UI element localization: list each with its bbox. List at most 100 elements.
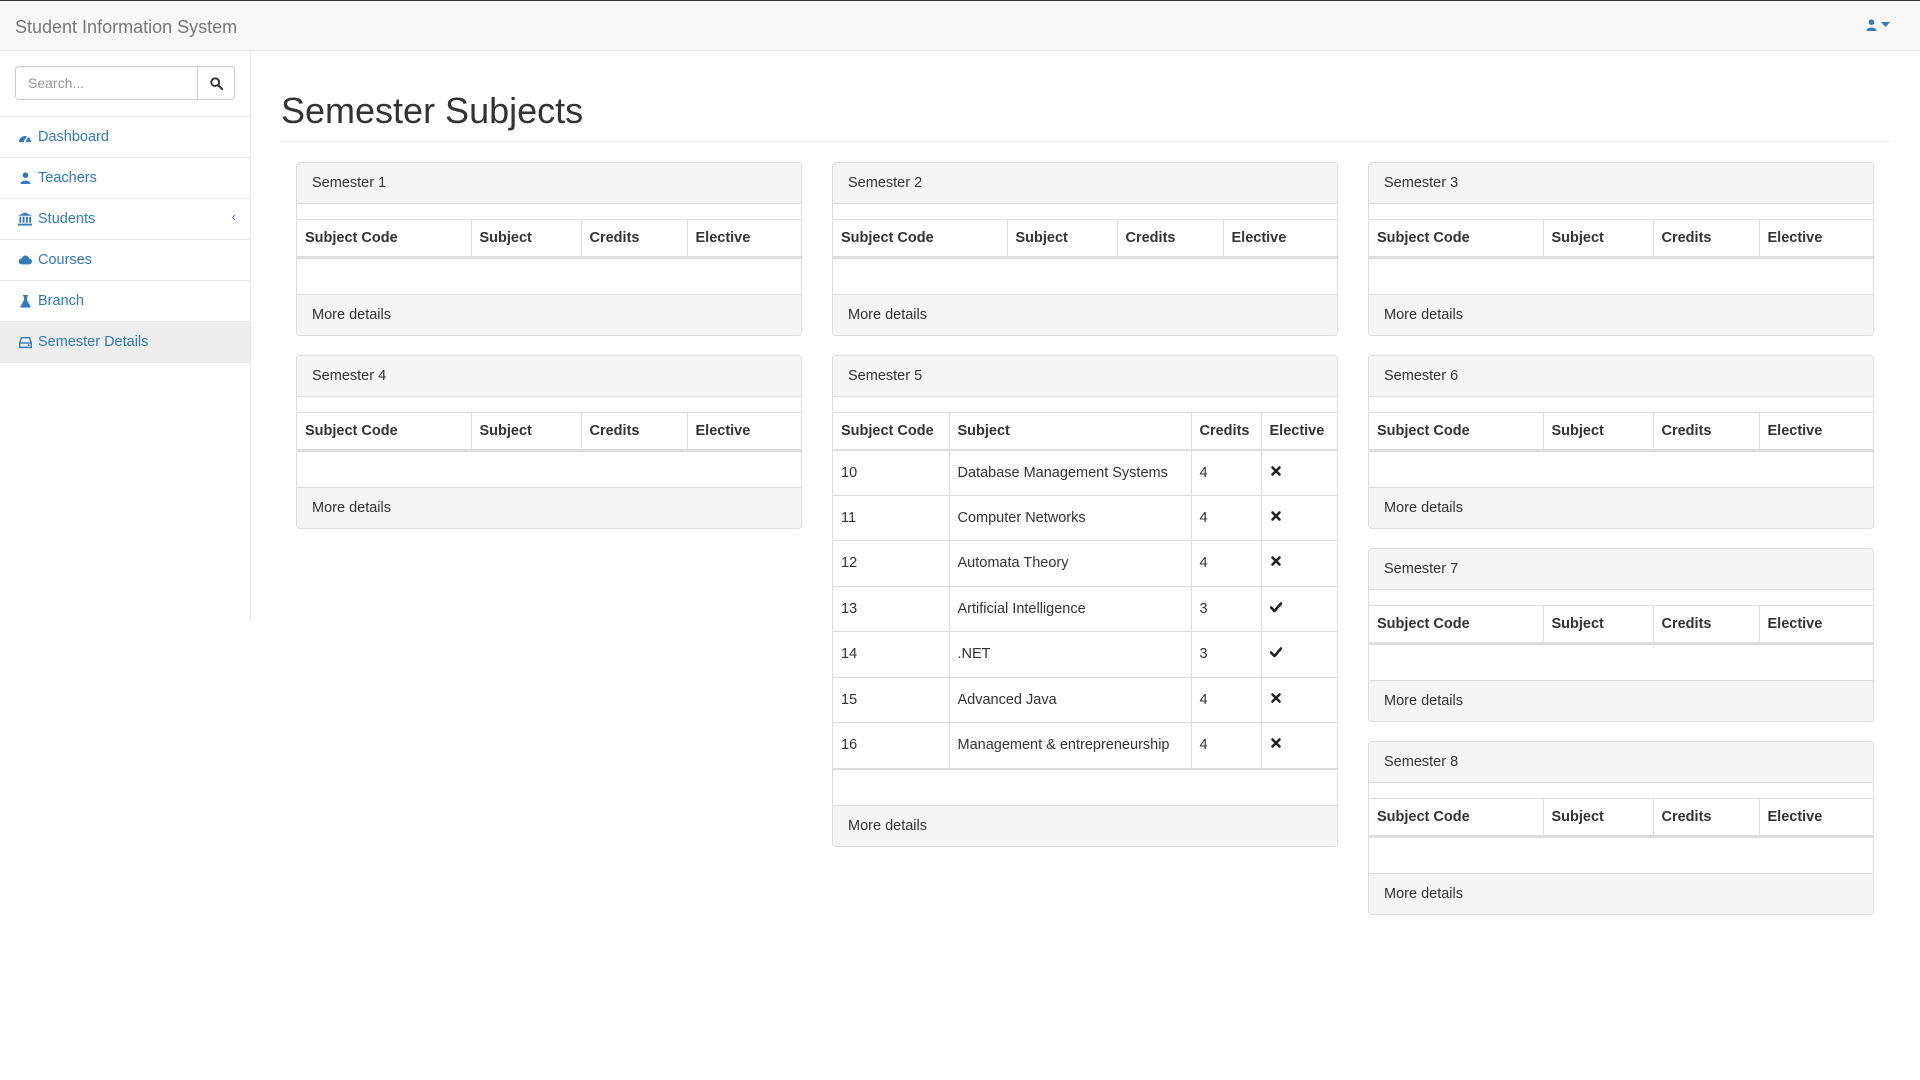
column-header[interactable]: Elective <box>1260 412 1337 451</box>
panel-body-spacer <box>1369 450 1873 487</box>
subjects-table: Subject Code Subject Credits Elective <box>1369 219 1873 258</box>
cell-subject: Database Management Systems <box>948 449 1192 496</box>
more-details-link[interactable]: More details <box>1369 486 1873 528</box>
table-row: 11 Computer Networks 4 <box>833 494 1337 541</box>
panel-heading: Semester 4 <box>297 356 801 397</box>
semester-panel-3: Semester 3 Subject Code Subject Credits Elec… <box>1368 162 1874 336</box>
sidebar-item-semester-details[interactable]: Semester Details <box>0 322 250 363</box>
table-row: 13 Artificial Intelligence 3 <box>833 585 1337 632</box>
page-title: Semester Subjects <box>281 90 584 131</box>
cell-elective <box>1260 585 1337 632</box>
cell-credits: 4 <box>1190 722 1262 769</box>
panel-body-gap <box>833 397 1337 412</box>
column-header[interactable]: Subject Code <box>833 219 1008 258</box>
column-header[interactable]: Elective <box>1758 219 1873 258</box>
column-header[interactable]: Subject <box>470 219 582 258</box>
column-header[interactable]: Subject <box>948 412 1192 451</box>
column-header[interactable]: Subject Code <box>833 412 950 451</box>
more-details-link[interactable]: More details <box>833 293 1337 335</box>
semester-panel-4: Semester 4 Subject Code Subject Credits Elec… <box>296 355 802 529</box>
subjects-table: Subject Code Subject Credits Elective 10 Data… <box>833 412 1337 769</box>
column-header[interactable]: Credits <box>580 219 688 258</box>
panel-body-spacer <box>297 257 801 294</box>
column-header[interactable]: Elective <box>686 412 801 451</box>
panel-body-spacer <box>1369 257 1873 294</box>
column-header[interactable]: Subject Code <box>1369 219 1544 258</box>
more-details-link[interactable]: More details <box>1369 872 1873 914</box>
cell-code: 16 <box>833 722 950 769</box>
sidebar-item-students[interactable]: Students ‹ <box>0 199 250 240</box>
cell-code: 11 <box>833 494 950 541</box>
cell-subject: Advanced Java <box>948 676 1192 723</box>
subjects-table: Subject Code Subject Credits Elective <box>1369 798 1873 837</box>
more-details-link[interactable]: More details <box>1369 679 1873 721</box>
column-header[interactable]: Credits <box>1652 219 1760 258</box>
column-header[interactable]: Credits <box>580 412 688 451</box>
table-header-row: Subject Code Subject Credits Elective <box>1369 219 1873 258</box>
column-header[interactable]: Subject Code <box>1369 798 1544 837</box>
column-header[interactable]: Elective <box>1758 412 1873 451</box>
cell-credits: 4 <box>1190 494 1262 541</box>
panel-heading: Semester 6 <box>1369 356 1873 397</box>
sidebar-item-teachers[interactable]: Teachers <box>0 158 250 199</box>
user-menu[interactable] <box>1866 19 1890 31</box>
column-header[interactable]: Subject <box>1542 798 1654 837</box>
sidebar-item-branch[interactable]: Branch <box>0 281 250 322</box>
table-row: 16 Management & entrepreneurship 4 <box>833 722 1337 769</box>
more-details-link[interactable]: More details <box>297 486 801 528</box>
panel-heading: Semester 5 <box>833 356 1337 397</box>
cell-credits: 4 <box>1190 449 1262 496</box>
cell-elective <box>1260 722 1337 769</box>
column-header[interactable]: Subject Code <box>297 219 472 258</box>
column-header[interactable]: Credits <box>1652 605 1760 644</box>
column-header[interactable]: Subject <box>1006 219 1118 258</box>
cell-subject: Automata Theory <box>948 540 1192 587</box>
column-header[interactable]: Subject Code <box>297 412 472 451</box>
column-header[interactable]: Elective <box>1222 219 1337 258</box>
semester-panel-7: Semester 7 Subject Code Subject Credits Elec… <box>1368 548 1874 722</box>
column-header[interactable]: Subject <box>1542 605 1654 644</box>
sidebar-item-label: Semester Details <box>38 334 149 350</box>
column-header[interactable]: Credits <box>1190 412 1262 451</box>
table-header-row: Subject Code Subject Credits Elective <box>297 219 801 258</box>
column-header[interactable]: Elective <box>686 219 801 258</box>
search-icon <box>209 76 223 90</box>
user-icon <box>1866 19 1877 31</box>
more-details-link[interactable]: More details <box>1369 293 1873 335</box>
semester-panel-2: Semester 2 Subject Code Subject Credits Elec… <box>832 162 1338 336</box>
sidebar-item-courses[interactable]: Courses <box>0 240 250 281</box>
panel-body-spacer <box>833 257 1337 294</box>
cell-code: 10 <box>833 449 950 496</box>
column-header[interactable]: Credits <box>1652 412 1760 451</box>
more-details-link[interactable]: More details <box>297 293 801 335</box>
cell-elective <box>1260 540 1337 587</box>
search-button[interactable] <box>197 66 235 100</box>
column-header[interactable]: Credits <box>1116 219 1224 258</box>
column-header[interactable]: Subject Code <box>1369 412 1544 451</box>
semester-panel-8: Semester 8 Subject Code Subject Credits Elec… <box>1368 741 1874 915</box>
bank-icon <box>18 212 32 226</box>
table-header-row: Subject Code Subject Credits Elective <box>297 412 801 451</box>
sidebar-item-label: Dashboard <box>38 129 109 145</box>
column-header[interactable]: Elective <box>1758 605 1873 644</box>
sidebar-item-label: Branch <box>38 293 84 309</box>
cell-credits: 3 <box>1190 631 1262 678</box>
column-header[interactable]: Elective <box>1758 798 1873 837</box>
sidebar-item-dashboard[interactable]: Dashboard <box>0 117 250 158</box>
column-header[interactable]: Subject <box>1542 219 1654 258</box>
cell-code: 13 <box>833 585 950 632</box>
panel-body-gap <box>833 204 1337 219</box>
table-header-row: Subject Code Subject Credits Elective <box>1369 605 1873 644</box>
panel-body-spacer <box>297 450 801 487</box>
check-icon <box>1269 647 1282 658</box>
column-header[interactable]: Subject Code <box>1369 605 1544 644</box>
column-header[interactable]: Subject <box>1542 412 1654 451</box>
table-row: 12 Automata Theory 4 <box>833 540 1337 587</box>
dashboard-icon <box>18 131 32 143</box>
column-header[interactable]: Subject <box>470 412 582 451</box>
more-details-link[interactable]: More details <box>833 804 1337 846</box>
app-title[interactable]: Student Information System <box>15 17 237 38</box>
column-header[interactable]: Credits <box>1652 798 1760 837</box>
collapse-arrow-icon[interactable]: ‹ <box>232 209 236 224</box>
search-input[interactable] <box>15 66 197 100</box>
